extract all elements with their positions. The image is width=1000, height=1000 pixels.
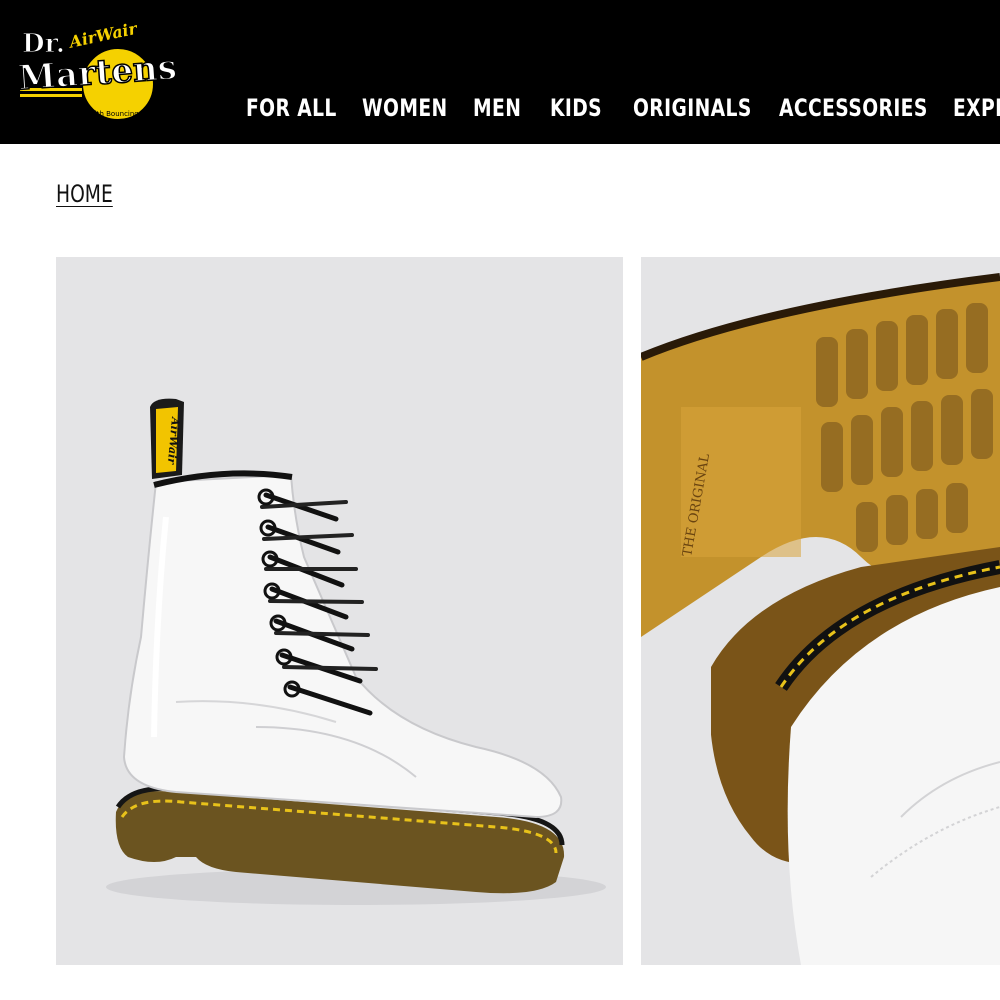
nav-explore[interactable]: EXPL [953,88,1000,128]
logo-tagline-text: With Bouncing Soles [88,110,160,118]
nav-kids[interactable]: KIDS [550,88,602,128]
dr-martens-logo[interactable]: Dr. Martens AirWair With Bouncing Soles [18,22,193,126]
sole-closeup-illustration: THE ORIGINAL [641,273,1000,965]
breadcrumb-home-link[interactable]: HOME [56,180,113,208]
product-image-boot-side[interactable]: AirWair [56,257,623,965]
nav-women[interactable]: WOMEN [362,88,448,128]
logo-dr-text: Dr. [22,29,65,59]
floor-background [641,637,711,965]
boot-side-illustration: AirWair [106,398,606,905]
site-header: Dr. Martens AirWair With Bouncing Soles … [0,0,1000,144]
main-nav: FOR ALL WOMEN MEN KIDS ORIGINALS ACCESSO… [246,88,1000,128]
nav-accessories[interactable]: ACCESSORIES [779,88,928,128]
nav-for-all[interactable]: FOR ALL [246,88,337,128]
nav-originals[interactable]: ORIGINALS [633,88,752,128]
product-image-sole-closeup[interactable]: THE ORIGINAL [641,257,1000,965]
logo-airwair-text: AirWair [66,22,140,52]
nav-men[interactable]: MEN [473,88,521,128]
